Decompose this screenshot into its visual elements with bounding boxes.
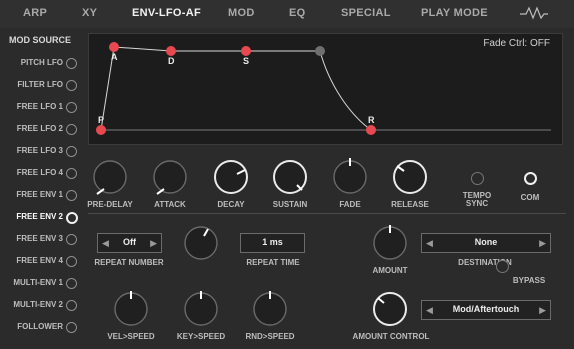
repeat-time-field[interactable]: 1 ms	[240, 233, 305, 253]
destination-selector[interactable]: ◀ None ▶	[421, 233, 551, 253]
bypass-label: BYPASS	[512, 276, 546, 285]
rnd-speed-knob[interactable]	[253, 291, 287, 326]
com-label: COM	[520, 193, 540, 202]
arrow-right-icon[interactable]: ▶	[539, 238, 546, 249]
repeat-number-selector[interactable]: ◀ Off ▶	[97, 233, 162, 253]
repeat-time-value: 1 ms	[262, 237, 283, 247]
amount-control-value: Mod/Aftertouch	[452, 304, 520, 314]
key-speed-label: KEY>SPEED	[176, 332, 226, 341]
fade-label: FADE	[339, 200, 361, 209]
decay-label: DECAY	[217, 200, 245, 209]
amount-knob[interactable]	[373, 225, 407, 260]
fade-knob[interactable]	[333, 158, 367, 194]
destination-label: DESTINATION	[458, 258, 512, 267]
sustain-label: SUSTAIN	[272, 200, 308, 209]
tempo-sync-label: TEMPO SYNC	[462, 191, 492, 208]
key-speed-knob[interactable]	[184, 291, 218, 326]
tempo-sync-toggle[interactable]	[471, 172, 484, 185]
arrow-right-icon[interactable]: ▶	[539, 305, 546, 316]
amount-control-knob[interactable]	[373, 292, 407, 326]
vel-speed-knob[interactable]	[114, 291, 148, 326]
amount-control-selector[interactable]: ◀ Mod/Aftertouch ▶	[421, 300, 551, 320]
attack-knob[interactable]	[153, 160, 187, 195]
pre-delay-knob[interactable]	[93, 160, 127, 195]
amount-control-label: AMOUNT CONTROL	[352, 332, 430, 341]
release-knob[interactable]	[393, 160, 427, 194]
repeat-number-label: REPEAT NUMBER	[94, 258, 164, 267]
release-label: RELEASE	[391, 200, 429, 209]
repeat-time-label: REPEAT TIME	[246, 258, 300, 267]
repeat-knob[interactable]	[184, 226, 218, 260]
com-toggle[interactable]	[524, 172, 537, 185]
section-divider	[88, 213, 566, 214]
decay-knob[interactable]	[214, 160, 248, 194]
attack-label: ATTACK	[154, 200, 186, 209]
amount-label: AMOUNT	[372, 266, 408, 275]
bypass-toggle[interactable]	[496, 260, 509, 273]
pre-delay-label: PRE-DELAY	[87, 200, 133, 209]
destination-value: None	[474, 237, 498, 247]
sustain-knob[interactable]	[273, 160, 307, 194]
vel-speed-label: VEL>SPEED	[107, 332, 155, 341]
rnd-speed-label: RND>SPEED	[245, 332, 295, 341]
arrow-right-icon[interactable]: ▶	[150, 238, 157, 249]
knobs-layer	[93, 158, 427, 326]
